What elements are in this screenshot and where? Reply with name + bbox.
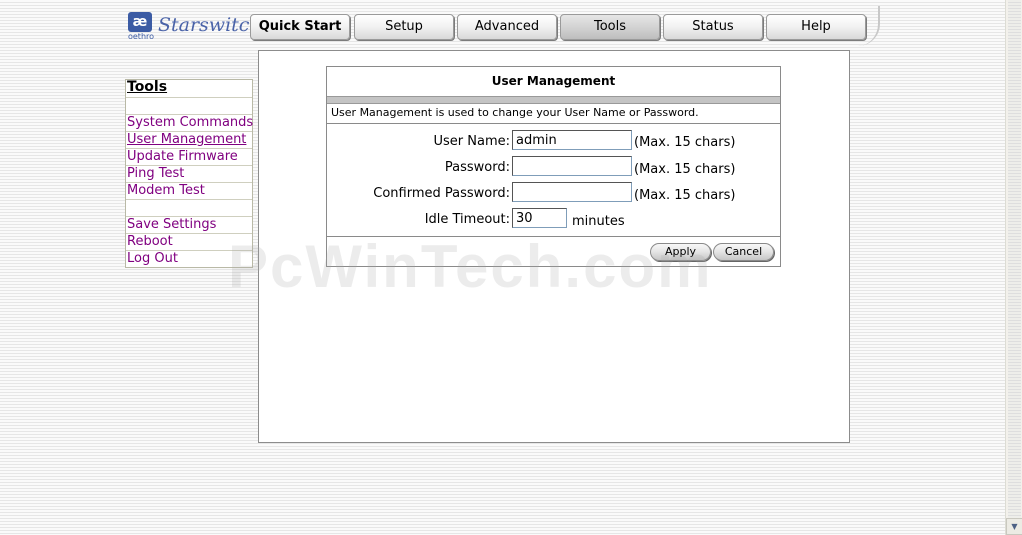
logo-icon: æ: [128, 12, 152, 32]
sidebar-item-update-firmware[interactable]: Update Firmware: [126, 149, 252, 166]
password-label: Password:: [444, 160, 510, 175]
nav-setup[interactable]: Setup: [354, 14, 454, 40]
sidebar: Tools System Commands User Management Up…: [125, 79, 253, 268]
content-panel: User Management User Management is used …: [258, 50, 850, 443]
sidebar-item-modem-test[interactable]: Modem Test: [126, 183, 252, 200]
password-hint: (Max. 15 chars): [634, 162, 736, 177]
nav-status[interactable]: Status: [663, 14, 763, 40]
divider: [327, 236, 780, 237]
username-input[interactable]: [512, 130, 632, 150]
nav-advanced[interactable]: Advanced: [457, 14, 557, 40]
confirm-password-input[interactable]: [512, 182, 632, 202]
sidebar-item-save-settings[interactable]: Save Settings: [126, 217, 252, 234]
sidebar-item-user-management[interactable]: User Management: [126, 132, 252, 149]
idle-timeout-label: Idle Timeout:: [424, 212, 510, 227]
sidebar-item-reboot[interactable]: Reboot: [126, 234, 252, 251]
divider: [327, 123, 780, 124]
apply-button[interactable]: Apply: [650, 243, 711, 261]
sidebar-spacer: [126, 98, 252, 115]
username-hint: (Max. 15 chars): [634, 135, 736, 150]
form-title: User Management: [491, 74, 616, 88]
chevron-down-icon: ▼: [1011, 522, 1018, 531]
sidebar-spacer: [126, 200, 252, 217]
idle-timeout-unit: minutes: [572, 214, 625, 229]
password-input[interactable]: [512, 156, 632, 176]
cancel-button[interactable]: Cancel: [713, 243, 774, 261]
nav-tools[interactable]: Tools: [560, 14, 660, 40]
confirm-password-label: Confirmed Password:: [373, 186, 510, 201]
sidebar-item-ping-test[interactable]: Ping Test: [126, 166, 252, 183]
idle-timeout-input[interactable]: [512, 208, 567, 228]
scroll-down-button[interactable]: ▼: [1006, 518, 1022, 535]
nav-help[interactable]: Help: [766, 14, 866, 40]
nav-quick-start[interactable]: Quick Start: [250, 14, 350, 40]
form-description: User Management is used to change your U…: [331, 106, 699, 119]
sidebar-item-system-commands[interactable]: System Commands: [126, 115, 253, 132]
scrollbar-track[interactable]: [1008, 0, 1021, 518]
username-label: User Name:: [433, 134, 511, 149]
user-management-form: User Management User Management is used …: [326, 66, 781, 267]
vertical-scrollbar[interactable]: ▼: [1005, 0, 1022, 535]
sidebar-title: Tools: [126, 80, 252, 98]
logo: æ oethro Starswitch: [126, 10, 262, 48]
confirm-password-hint: (Max. 15 chars): [634, 188, 736, 203]
sidebar-item-log-out[interactable]: Log Out: [126, 251, 252, 267]
title-divider: [327, 96, 780, 104]
logo-product-name: Starswitch: [158, 14, 262, 36]
logo-brand: oethro: [127, 32, 155, 41]
